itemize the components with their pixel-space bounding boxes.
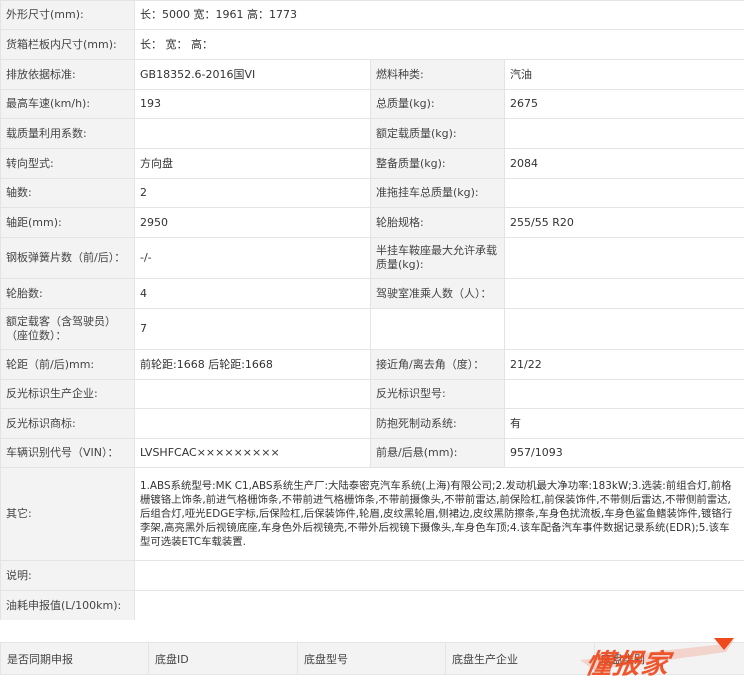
spec-value: 1.ABS系统型号:MK C1,ABS系统生产厂:大陆泰密克汽车系统(上海)有限… (135, 468, 744, 561)
spec-value (505, 309, 744, 350)
table-row: 轮距（前/后)mm: 前轮距:1668 后轮距:1668 接近角/离去角（度）：… (1, 350, 744, 380)
table-row: 说明: (1, 561, 744, 591)
spec-value: 方向盘 (135, 149, 371, 179)
spec-value: 有 (505, 409, 744, 439)
table-row: 油耗申报值(L/100km): (1, 591, 744, 621)
spec-label: 转向型式: (1, 149, 135, 179)
chassis-table: 是否同期申报 底盘ID 底盘型号 底盘生产企业 底盘类别 (0, 642, 744, 675)
table-row: 轴距(mm): 2950 轮胎规格: 255/55 R20 (1, 208, 744, 238)
spec-value (505, 119, 744, 149)
table-row: 外形尺寸(mm): 长：5000 宽：1961 高：1773 (1, 1, 744, 30)
table-row: 反光标识生产企业: 反光标识型号: (1, 380, 744, 409)
spec-value (135, 561, 744, 591)
spec-value (505, 380, 744, 409)
spec-value (135, 409, 371, 439)
column-header: 底盘生产企业 (446, 643, 595, 675)
spec-label: 轮胎规格: (371, 208, 505, 238)
spec-label: 最高车速(km/h): (1, 90, 135, 119)
spec-label: 轮胎数: (1, 279, 135, 309)
spec-value: 255/55 R20 (505, 208, 744, 238)
spec-value: 2 (135, 179, 371, 208)
table-row: 最高车速(km/h): 193 总质量(kg): 2675 (1, 90, 744, 119)
spec-value: 长：5000 宽：1961 高：1773 (135, 1, 744, 30)
column-header: 底盘型号 (298, 643, 446, 675)
spec-label: 反光标识型号: (371, 380, 505, 409)
table-row: 轴数: 2 准拖挂车总质量(kg): (1, 179, 744, 208)
table-row: 轮胎数: 4 驾驶室准乘人数（人）： (1, 279, 744, 309)
spec-label: 燃料种类: (371, 60, 505, 90)
spec-label: 排放依据标准: (1, 60, 135, 90)
spec-label: 钢板弹簧片数（前/后）： (1, 238, 135, 279)
spec-value: 7 (135, 309, 371, 350)
spec-value: 21/22 (505, 350, 744, 380)
column-header: 底盘类别 (595, 643, 744, 675)
spec-label: 防抱死制动系统: (371, 409, 505, 439)
spec-label: 外形尺寸(mm): (1, 1, 135, 30)
spec-label: 额定载客（含驾驶员）（座位数）： (1, 309, 135, 350)
section-gap (0, 620, 744, 642)
spec-label: 驾驶室准乘人数（人）： (371, 279, 505, 309)
table-row: 载质量利用系数: 额定载质量(kg): (1, 119, 744, 149)
spec-value: 193 (135, 90, 371, 119)
spec-value: GB18352.6-2016国VI (135, 60, 371, 90)
spec-value (505, 179, 744, 208)
spec-value: 4 (135, 279, 371, 309)
table-row: 车辆识别代号（VIN）： LVSHFCAC××××××××× 前悬/后悬(mm)… (1, 439, 744, 468)
spec-label (371, 309, 505, 350)
spec-label: 轴数: (1, 179, 135, 208)
spec-label: 额定载质量(kg): (371, 119, 505, 149)
spec-value: LVSHFCAC××××××××× (135, 439, 371, 468)
table-header-row: 是否同期申报 底盘ID 底盘型号 底盘生产企业 底盘类别 (1, 643, 744, 675)
spec-value: 2675 (505, 90, 744, 119)
spec-label: 前悬/后悬(mm): (371, 439, 505, 468)
column-header: 底盘ID (149, 643, 298, 675)
spec-label: 载质量利用系数: (1, 119, 135, 149)
spec-label: 半挂车鞍座最大允许承载质量(kg): (371, 238, 505, 279)
spec-label: 反光标识生产企业: (1, 380, 135, 409)
spec-value (135, 119, 371, 149)
table-row: 货箱栏板内尺寸(mm): 长： 宽： 高： (1, 30, 744, 60)
spec-label: 接近角/离去角（度）： (371, 350, 505, 380)
spec-label: 轴距(mm): (1, 208, 135, 238)
spec-label: 其它: (1, 468, 135, 561)
spec-value (505, 238, 744, 279)
spec-value: 前轮距:1668 后轮距:1668 (135, 350, 371, 380)
spec-value: 汽油 (505, 60, 744, 90)
spec-label: 油耗申报值(L/100km): (1, 591, 135, 621)
spec-label: 货箱栏板内尺寸(mm): (1, 30, 135, 60)
spec-label: 准拖挂车总质量(kg): (371, 179, 505, 208)
spec-label: 轮距（前/后)mm: (1, 350, 135, 380)
spec-value: 957/1093 (505, 439, 744, 468)
vehicle-spec-table: 外形尺寸(mm): 长：5000 宽：1961 高：1773 货箱栏板内尺寸(m… (0, 0, 744, 621)
spec-label: 总质量(kg): (371, 90, 505, 119)
table-row: 额定载客（含驾驶员）（座位数）： 7 (1, 309, 744, 350)
spec-label: 反光标识商标: (1, 409, 135, 439)
table-row: 其它: 1.ABS系统型号:MK C1,ABS系统生产厂:大陆泰密克汽车系统(上… (1, 468, 744, 561)
spec-label: 车辆识别代号（VIN）： (1, 439, 135, 468)
spec-label: 整备质量(kg): (371, 149, 505, 179)
spec-value (135, 380, 371, 409)
table-row: 排放依据标准: GB18352.6-2016国VI 燃料种类: 汽油 (1, 60, 744, 90)
spec-value: 2950 (135, 208, 371, 238)
spec-value (135, 591, 744, 621)
spec-label: 说明: (1, 561, 135, 591)
spec-value: 长： 宽： 高： (135, 30, 744, 60)
column-header: 是否同期申报 (1, 643, 149, 675)
table-row: 转向型式: 方向盘 整备质量(kg): 2084 (1, 149, 744, 179)
spec-value (505, 279, 744, 309)
table-row: 钢板弹簧片数（前/后）： -/- 半挂车鞍座最大允许承载质量(kg): (1, 238, 744, 279)
spec-value: 2084 (505, 149, 744, 179)
table-row: 反光标识商标: 防抱死制动系统: 有 (1, 409, 744, 439)
spec-value: -/- (135, 238, 371, 279)
